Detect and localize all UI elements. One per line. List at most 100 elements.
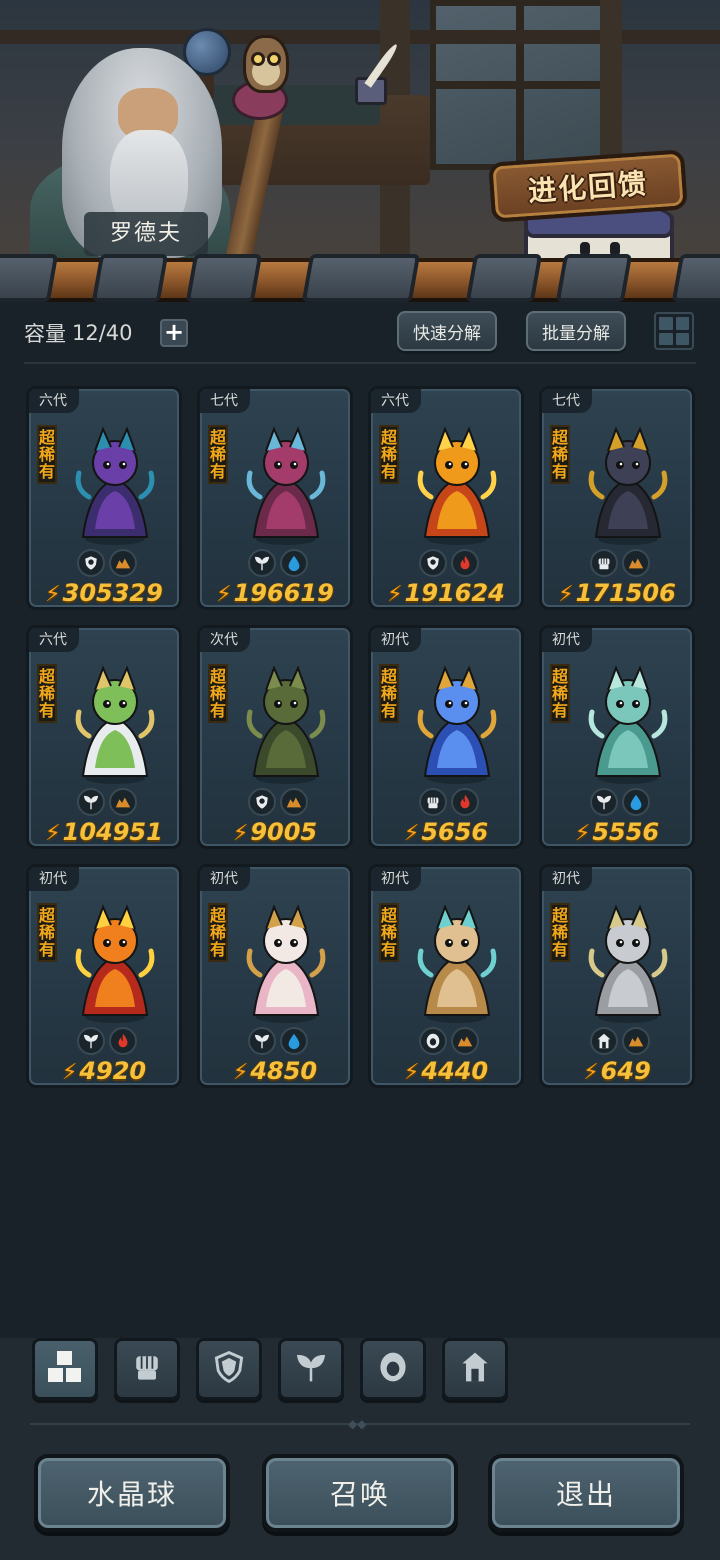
power-number: 5556 bbox=[592, 818, 660, 846]
water-icon bbox=[280, 549, 308, 577]
power-value: ⚡4850 bbox=[200, 1057, 350, 1085]
shield-icon bbox=[211, 1349, 247, 1389]
filter-spirit[interactable] bbox=[360, 1338, 426, 1400]
power-number: 196619 bbox=[233, 579, 334, 607]
monster-card[interactable]: 初代 超稀有 ⚡4920 bbox=[26, 864, 182, 1088]
monster-portrait bbox=[582, 897, 674, 1027]
monster-card[interactable]: 初代 超稀有 ⚡4440 bbox=[368, 864, 524, 1088]
power-number: 305329 bbox=[62, 579, 163, 607]
power-icon: ⚡ bbox=[45, 582, 61, 607]
filter-tower[interactable] bbox=[442, 1338, 508, 1400]
filter-leaf[interactable] bbox=[278, 1338, 344, 1400]
rarity-badge: 超稀有 bbox=[379, 425, 399, 484]
leaf-icon bbox=[77, 788, 105, 816]
spirit-icon bbox=[419, 1027, 447, 1055]
rarity-badge: 超稀有 bbox=[379, 664, 399, 723]
power-icon: ⚡ bbox=[574, 821, 591, 846]
monster-card[interactable]: 七代 超稀有 ⚡196619 bbox=[197, 386, 353, 610]
leaf-icon bbox=[590, 788, 618, 816]
monster-portrait bbox=[240, 897, 332, 1027]
grid-view-toggle[interactable] bbox=[654, 312, 694, 350]
generation-tag: 初代 bbox=[371, 867, 421, 891]
earth-icon bbox=[280, 788, 308, 816]
filter-shield[interactable] bbox=[196, 1338, 262, 1400]
power-value: ⚡5556 bbox=[542, 818, 692, 846]
generation-tag: 初代 bbox=[542, 867, 592, 891]
grid-cell bbox=[659, 317, 673, 330]
leaf-icon bbox=[77, 1027, 105, 1055]
rarity-badge: 超稀有 bbox=[550, 903, 570, 962]
generation-tag: 次代 bbox=[200, 628, 250, 652]
monster-card[interactable]: 六代 超稀有 ⚡191624 bbox=[368, 386, 524, 610]
power-value: ⚡649 bbox=[542, 1057, 692, 1085]
element-icons bbox=[29, 1027, 179, 1055]
element-icons bbox=[542, 549, 692, 577]
generation-tag: 七代 bbox=[200, 389, 250, 413]
rarity-badge: 超稀有 bbox=[379, 903, 399, 962]
power-number: 649 bbox=[600, 1057, 651, 1085]
monster-portrait bbox=[69, 897, 161, 1027]
power-number: 4920 bbox=[79, 1057, 147, 1085]
monster-portrait bbox=[582, 419, 674, 549]
power-icon: ⚡ bbox=[387, 582, 403, 607]
shield-icon bbox=[419, 549, 447, 577]
tower-icon bbox=[457, 1349, 493, 1389]
generation-tag: 初代 bbox=[200, 867, 250, 891]
monster-card[interactable]: 初代超稀有 ⚡649 bbox=[539, 864, 695, 1088]
tower-icon bbox=[590, 1027, 618, 1055]
power-number: 191624 bbox=[404, 579, 505, 607]
capacity-indicator: 容量 12/40 bbox=[24, 318, 133, 348]
quick-decompose-button[interactable]: 快速分解 bbox=[397, 311, 497, 351]
monster-card[interactable]: 次代 超稀有 ⚡9005 bbox=[197, 625, 353, 849]
filter-all[interactable] bbox=[32, 1338, 98, 1400]
power-icon: ⚡ bbox=[583, 1060, 599, 1085]
element-icons bbox=[371, 1027, 521, 1055]
shelf-bracket bbox=[301, 254, 421, 302]
power-icon: ⚡ bbox=[61, 1060, 78, 1085]
monster-card[interactable]: 六代 超稀有 ⚡305329 bbox=[26, 386, 182, 610]
element-filter-bar bbox=[32, 1338, 508, 1402]
monster-card[interactable]: 六代 超稀有 ⚡104951 bbox=[26, 625, 182, 849]
earth-icon bbox=[109, 788, 137, 816]
capacity-label: 容量 bbox=[24, 322, 66, 346]
window-decor bbox=[430, 0, 620, 170]
monster-card[interactable]: 初代 超稀有 ⚡5656 bbox=[368, 625, 524, 849]
monster-portrait bbox=[411, 897, 503, 1027]
rarity-badge: 超稀有 bbox=[550, 425, 570, 484]
crystal-ball-button[interactable]: 水晶球 bbox=[34, 1454, 230, 1532]
element-icons bbox=[200, 1027, 350, 1055]
fire-icon bbox=[109, 1027, 137, 1055]
element-icons bbox=[542, 788, 692, 816]
generation-tag: 初代 bbox=[29, 867, 79, 891]
element-icons bbox=[29, 788, 179, 816]
rarity-badge: 超稀有 bbox=[37, 664, 57, 723]
monster-card[interactable]: 初代 超稀有 ⚡4850 bbox=[197, 864, 353, 1088]
monster-card[interactable]: 七代超稀有 ⚡171506 bbox=[539, 386, 695, 610]
power-icon: ⚡ bbox=[232, 821, 249, 846]
shelf-bracket bbox=[465, 254, 543, 302]
power-icon: ⚡ bbox=[403, 821, 420, 846]
power-number: 171506 bbox=[575, 579, 676, 607]
spirit-icon bbox=[375, 1349, 411, 1389]
add-capacity-button[interactable]: + bbox=[160, 319, 188, 347]
exit-button[interactable]: 退出 bbox=[488, 1454, 684, 1532]
grid-cell bbox=[659, 332, 673, 345]
generation-tag: 七代 bbox=[542, 389, 592, 413]
leaf-icon bbox=[248, 1027, 276, 1055]
monster-portrait bbox=[69, 658, 161, 788]
filter-fist[interactable] bbox=[114, 1338, 180, 1400]
shelf-bracket bbox=[185, 254, 263, 302]
monster-portrait bbox=[240, 419, 332, 549]
batch-decompose-button[interactable]: 批量分解 bbox=[526, 311, 626, 351]
owl-eye bbox=[251, 52, 265, 66]
summon-button[interactable]: 召唤 bbox=[262, 1454, 458, 1532]
owl-icon bbox=[243, 35, 289, 93]
water-icon bbox=[280, 1027, 308, 1055]
power-icon: ⚡ bbox=[403, 1060, 420, 1085]
power-value: ⚡191624 bbox=[371, 579, 521, 607]
power-number: 5656 bbox=[421, 818, 489, 846]
monster-card[interactable]: 初代 超稀有 ⚡5556 bbox=[539, 625, 695, 849]
power-icon: ⚡ bbox=[558, 582, 574, 607]
generation-tag: 六代 bbox=[29, 628, 79, 652]
shelf-bracket bbox=[671, 254, 720, 302]
